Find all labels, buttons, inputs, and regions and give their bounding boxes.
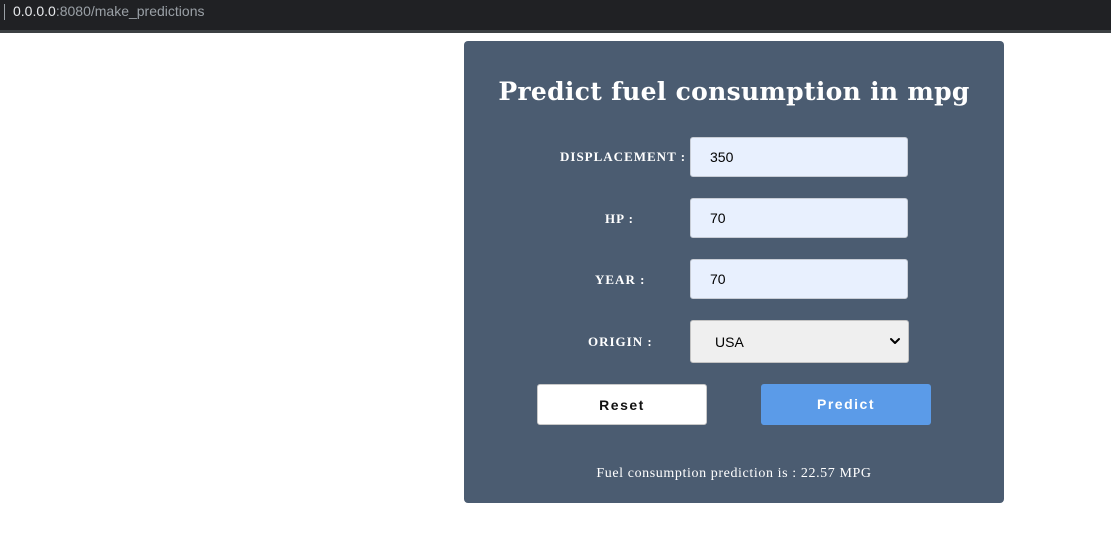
url-host: 0.0.0.0 [13, 3, 56, 19]
chevron-down-icon [890, 338, 900, 344]
address-bar[interactable]: 0.0.0.0:8080/make_predictions [13, 3, 204, 19]
form-title: Predict fuel consumption in mpg [498, 77, 970, 106]
displacement-input[interactable] [690, 137, 908, 177]
origin-selected-value: USA [715, 334, 744, 350]
predict-button[interactable]: Predict [761, 384, 931, 425]
url-cursor [4, 4, 5, 20]
displacement-label: DISPLACEMENT : [560, 149, 687, 164]
origin-label: ORIGIN : [588, 334, 653, 349]
year-label: YEAR : [595, 272, 646, 287]
hp-input[interactable] [690, 198, 908, 238]
year-input[interactable] [690, 259, 908, 299]
reset-button[interactable]: Reset [537, 384, 707, 425]
browser-toolbar: 0.0.0.0:8080/make_predictions [0, 0, 1111, 33]
prediction-result: Fuel consumption prediction is : 22.57 M… [596, 466, 872, 481]
hp-label: HP : [605, 211, 634, 226]
origin-select[interactable]: USA [690, 320, 909, 363]
prediction-form-card: Predict fuel consumption in mpg DISPLACE… [464, 41, 1004, 503]
url-path: :8080/make_predictions [55, 3, 205, 19]
